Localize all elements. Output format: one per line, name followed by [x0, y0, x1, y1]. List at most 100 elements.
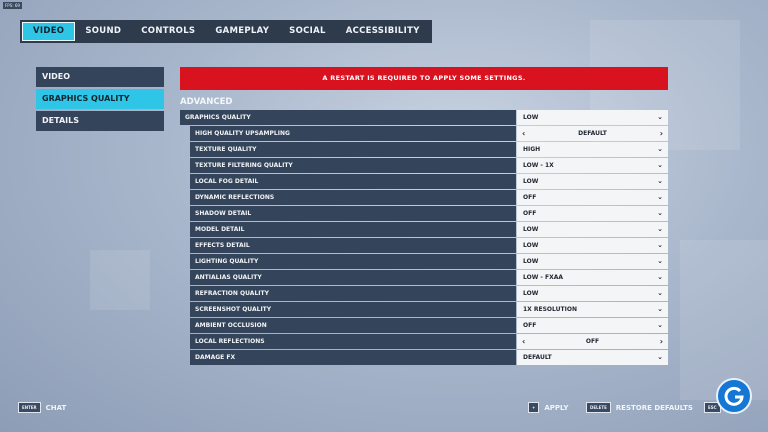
tab-social[interactable]: SOCIAL [279, 22, 336, 41]
tab-accessibility[interactable]: ACCESSIBILITY [336, 22, 430, 41]
chevron-down-icon: ⌄ [657, 193, 663, 201]
restart-warning-banner: A RESTART IS REQUIRED TO APPLY SOME SETT… [180, 67, 668, 90]
chevron-down-icon: ⌄ [657, 145, 663, 153]
chevron-down-icon: ⌄ [657, 321, 663, 329]
tab-sound[interactable]: SOUND [75, 22, 131, 41]
top-tab-bar: VIDEO SOUND CONTROLS GAMEPLAY SOCIAL ACC… [20, 20, 432, 43]
chevron-down-icon: ⌄ [657, 209, 663, 217]
setting-value: OFF [523, 210, 537, 217]
setting-dropdown[interactable]: OFF ⌄ [517, 190, 668, 205]
setting-dropdown[interactable]: LOW - FXAA ⌄ [517, 270, 668, 285]
setting-value: OFF [585, 338, 600, 345]
chevron-down-icon: ⌄ [657, 289, 663, 297]
apply-button[interactable]: + APPLY [528, 402, 568, 413]
setting-label: LOCAL FOG DETAIL [190, 174, 516, 189]
setting-dropdown[interactable]: LOW ⌄ [517, 254, 668, 269]
site-logo [716, 378, 752, 414]
setting-label: TEXTURE QUALITY [190, 142, 516, 157]
fps-counter: FPS: 69 [3, 2, 22, 9]
chevron-down-icon: ⌄ [657, 353, 663, 361]
restore-defaults-button[interactable]: DELETE RESTORE DEFAULTS [586, 402, 693, 413]
setting-row: EFFECTS DETAIL LOW ⌄ [180, 238, 668, 253]
setting-row: DAMAGE FX DEFAULT ⌄ [180, 350, 668, 365]
setting-row: MODEL DETAIL LOW ⌄ [180, 222, 668, 237]
setting-label: EFFECTS DETAIL [190, 238, 516, 253]
setting-row: AMBIENT OCCLUSION OFF ⌄ [180, 318, 668, 333]
setting-label: TEXTURE FILTERING QUALITY [190, 158, 516, 173]
setting-row: ANTIALIAS QUALITY LOW - FXAA ⌄ [180, 270, 668, 285]
setting-row: LIGHTING QUALITY LOW ⌄ [180, 254, 668, 269]
side-item-video[interactable]: VIDEO [36, 67, 164, 87]
setting-stepper[interactable]: ‹ DEFAULT › [517, 126, 668, 141]
side-item-details[interactable]: DETAILS [36, 111, 164, 131]
setting-label: REFRACTION QUALITY [190, 286, 516, 301]
setting-label: ANTIALIAS QUALITY [190, 270, 516, 285]
setting-label: SCREENSHOT QUALITY [190, 302, 516, 317]
setting-label: DAMAGE FX [190, 350, 516, 365]
setting-row: TEXTURE QUALITY HIGH ⌄ [180, 142, 668, 157]
setting-dropdown[interactable]: LOW ⌄ [517, 238, 668, 253]
setting-dropdown[interactable]: LOW ⌄ [517, 222, 668, 237]
chevron-down-icon: ⌄ [657, 225, 663, 233]
setting-label: GRAPHICS QUALITY [180, 110, 516, 125]
setting-value: DEFAULT [523, 354, 552, 361]
delete-key-badge: DELETE [586, 402, 611, 413]
setting-row: TEXTURE FILTERING QUALITY LOW - 1X ⌄ [180, 158, 668, 173]
background-shape [680, 240, 768, 400]
setting-dropdown[interactable]: OFF ⌄ [517, 206, 668, 221]
restore-defaults-label: RESTORE DEFAULTS [615, 403, 693, 412]
setting-value: LOW [523, 114, 539, 121]
setting-dropdown[interactable]: HIGH ⌄ [517, 142, 668, 157]
side-item-graphics-quality[interactable]: GRAPHICS QUALITY [36, 89, 164, 109]
tab-gameplay[interactable]: GAMEPLAY [205, 22, 279, 41]
setting-value: LOW - FXAA [523, 274, 564, 281]
chevron-right-icon[interactable]: › [660, 126, 663, 141]
chevron-left-icon[interactable]: ‹ [522, 334, 525, 349]
setting-dropdown[interactable]: DEFAULT ⌄ [517, 350, 668, 365]
setting-value: LOW [523, 226, 539, 233]
chevron-right-icon[interactable]: › [660, 334, 663, 349]
apply-label: APPLY [544, 403, 569, 412]
setting-value: HIGH [523, 146, 541, 153]
setting-label: MODEL DETAIL [190, 222, 516, 237]
setting-value: LOW - 1X [523, 162, 554, 169]
setting-label: LIGHTING QUALITY [190, 254, 516, 269]
setting-dropdown[interactable]: LOW ⌄ [517, 110, 668, 125]
setting-value: LOW [523, 178, 539, 185]
background-shape [90, 250, 150, 310]
settings-panel: A RESTART IS REQUIRED TO APPLY SOME SETT… [180, 67, 668, 366]
setting-label: SHADOW DETAIL [190, 206, 516, 221]
setting-dropdown[interactable]: LOW - 1X ⌄ [517, 158, 668, 173]
chat-hint[interactable]: ENTER CHAT [18, 402, 66, 413]
settings-list: GRAPHICS QUALITY LOW ⌄ HIGH QUALITY UPSAMPL… [180, 110, 668, 365]
setting-dropdown[interactable]: LOW ⌄ [517, 174, 668, 189]
setting-dropdown[interactable]: LOW ⌄ [517, 286, 668, 301]
setting-dropdown[interactable]: OFF ⌄ [517, 318, 668, 333]
setting-row: DYNAMIC REFLECTIONS OFF ⌄ [180, 190, 668, 205]
chevron-down-icon: ⌄ [657, 113, 663, 121]
setting-row: REFRACTION QUALITY LOW ⌄ [180, 286, 668, 301]
setting-label: AMBIENT OCCLUSION [190, 318, 516, 333]
setting-value: DEFAULT [578, 130, 607, 137]
setting-label: LOCAL REFLECTIONS [190, 334, 516, 349]
chevron-down-icon: ⌄ [657, 257, 663, 265]
setting-row: GRAPHICS QUALITY LOW ⌄ [180, 110, 668, 125]
setting-dropdown[interactable]: 1X RESOLUTION ⌄ [517, 302, 668, 317]
chevron-down-icon: ⌄ [657, 241, 663, 249]
setting-value: OFF [523, 322, 537, 329]
tab-video[interactable]: VIDEO [22, 22, 76, 41]
chevron-left-icon[interactable]: ‹ [522, 126, 525, 141]
setting-row: LOCAL REFLECTIONS ‹ OFF › [180, 334, 668, 349]
setting-row: SHADOW DETAIL OFF ⌄ [180, 206, 668, 221]
chevron-down-icon: ⌄ [657, 177, 663, 185]
chevron-down-icon: ⌄ [657, 161, 663, 169]
setting-value: OFF [523, 194, 537, 201]
tab-controls[interactable]: CONTROLS [131, 22, 205, 41]
setting-stepper[interactable]: ‹ OFF › [517, 334, 668, 349]
setting-value: LOW [523, 258, 539, 265]
setting-label: DYNAMIC REFLECTIONS [190, 190, 516, 205]
chevron-down-icon: ⌄ [657, 273, 663, 281]
setting-value: 1X RESOLUTION [523, 306, 577, 313]
logo-icon [724, 386, 744, 406]
enter-key-badge: ENTER [18, 402, 41, 413]
